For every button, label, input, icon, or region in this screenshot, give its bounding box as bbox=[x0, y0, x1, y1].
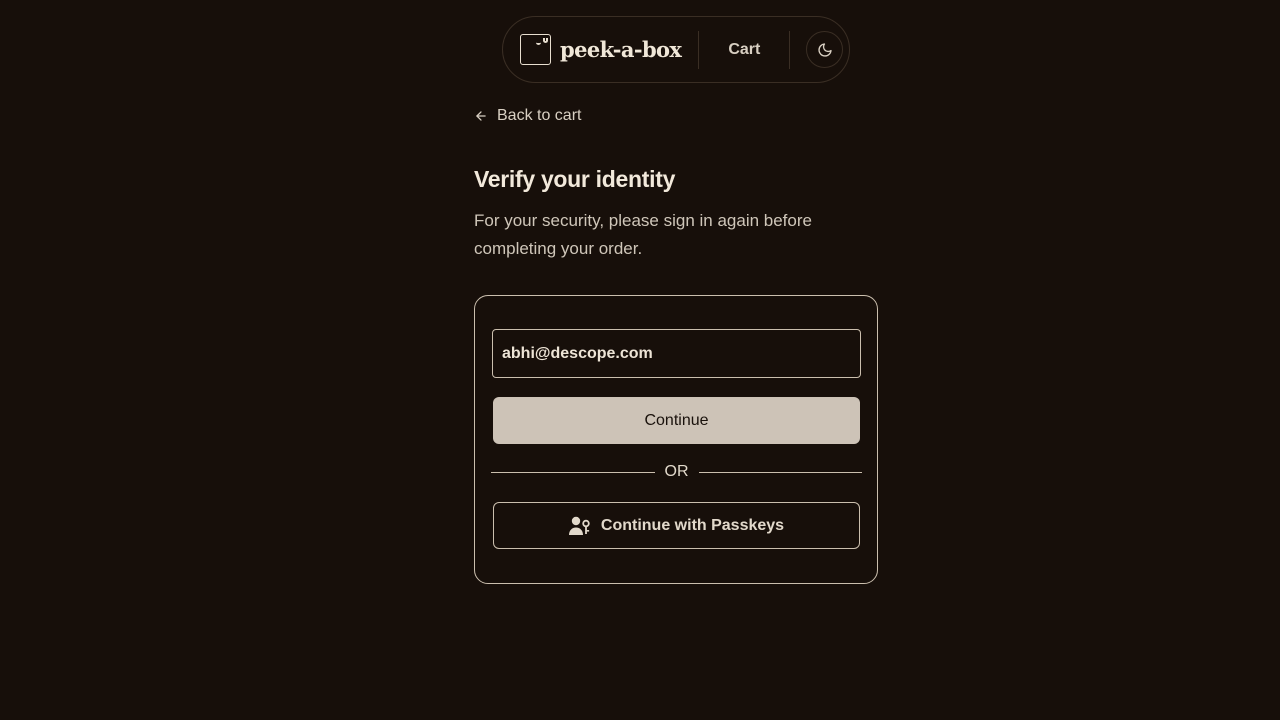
back-to-cart-label: Back to cart bbox=[497, 107, 582, 124]
nav-divider bbox=[789, 30, 791, 69]
continue-with-passkeys-button[interactable]: Continue with Passkeys bbox=[493, 502, 860, 549]
brand-name: peek-a-box bbox=[560, 37, 682, 62]
user-key-icon bbox=[568, 516, 590, 535]
continue-button[interactable]: Continue bbox=[493, 397, 860, 444]
back-to-cart-link[interactable]: Back to cart bbox=[474, 107, 581, 125]
passkeys-label: Continue with Passkeys bbox=[600, 516, 785, 534]
sign-in-card: Continue OR Continue with Passkeys bbox=[474, 295, 878, 584]
moon-icon bbox=[818, 42, 832, 57]
page-subtitle: For your security, please sign in again … bbox=[474, 211, 812, 258]
cart-link[interactable]: Cart bbox=[699, 41, 789, 59]
box-logo-icon bbox=[520, 34, 551, 65]
or-divider: OR bbox=[491, 462, 862, 482]
page-title: Verify your identity bbox=[474, 166, 676, 192]
or-label: OR bbox=[664, 463, 689, 480]
header-nav: peek-a-box Cart bbox=[502, 16, 850, 83]
theme-toggle-button[interactable] bbox=[806, 31, 844, 68]
brand-logo[interactable]: peek-a-box bbox=[520, 34, 682, 65]
arrow-left-icon bbox=[476, 111, 486, 121]
email-input[interactable] bbox=[492, 329, 861, 378]
checkout-verify-page: peek-a-box Cart Back to cart Verify your… bbox=[0, 0, 1280, 720]
